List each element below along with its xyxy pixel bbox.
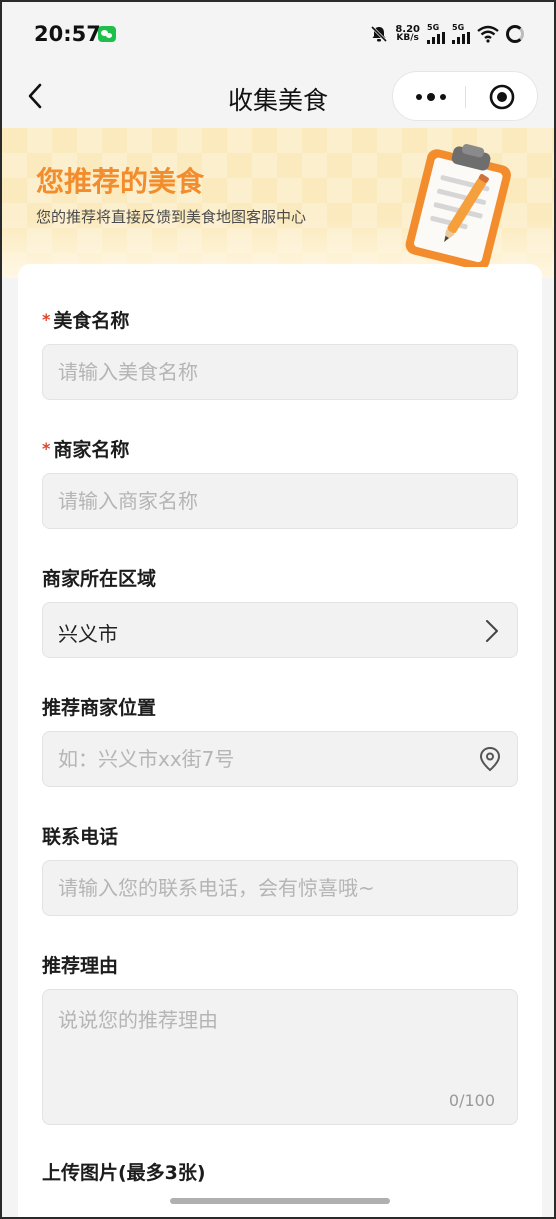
location-label: 推荐商家位置 (42, 697, 157, 719)
location-field[interactable] (42, 731, 518, 787)
more-dots-icon[interactable] (411, 90, 451, 104)
phone-field[interactable] (42, 860, 518, 916)
signal-sim1: 5G (427, 24, 445, 44)
banner-title: 您推荐的美食 (36, 165, 205, 198)
signal-bars-icon (427, 32, 445, 44)
mini-program-capsule (392, 71, 538, 121)
reason-label: 推荐理由 (42, 955, 119, 977)
required-mark: * (42, 310, 51, 329)
close-target-icon[interactable] (489, 84, 515, 110)
sim2-label: 5G (452, 23, 465, 32)
status-icons: 8.20 KB/s 5G 5G (370, 22, 524, 46)
food-name-field[interactable] (42, 344, 518, 400)
clipboard-icon (405, 144, 511, 267)
phone-input[interactable] (58, 861, 458, 915)
location-input[interactable] (58, 732, 458, 786)
wifi-icon (477, 25, 499, 43)
phone-label: 联系电话 (42, 826, 119, 848)
phone-frame: 20:57 8.20 KB/s 5G 5G 收集美食 您推荐的美食 您的推荐将直… (0, 0, 556, 1219)
merchant-name-label: * 商家名称 (42, 439, 130, 461)
banner: 您推荐的美食 您的推荐将直接反馈到美食地图客服中心 (2, 128, 554, 278)
reason-field[interactable]: 0/100 (42, 989, 518, 1125)
status-time: 20:57 (34, 22, 101, 46)
wechat-icon (98, 26, 116, 42)
region-label: 商家所在区域 (42, 568, 157, 590)
form-card: *美食名称 *商家名称 商家所在区域 兴义市 推荐商家位置 联系电话 推 (18, 264, 542, 1217)
signal-sim2: 5G (452, 24, 470, 44)
merchant-name-field[interactable] (42, 473, 518, 529)
capsule-divider (465, 86, 466, 108)
network-speed: 8.20 KB/s (395, 25, 420, 43)
reason-textarea[interactable] (58, 1004, 498, 1084)
banner-subtitle: 您的推荐将直接反馈到美食地图客服中心 (36, 208, 307, 226)
upload-label: 上传图片(最多3张) (42, 1162, 206, 1184)
region-value: 兴义市 (58, 622, 118, 646)
region-selector[interactable]: 兴义市 (42, 602, 518, 658)
merchant-name-input[interactable] (58, 474, 458, 528)
signal-bars-icon (452, 32, 470, 44)
status-bar: 20:57 8.20 KB/s 5G 5G (2, 2, 554, 64)
required-mark: * (42, 439, 51, 458)
location-pin-icon[interactable] (479, 746, 501, 772)
bell-off-icon (371, 25, 388, 43)
sim1-label: 5G (427, 23, 440, 32)
food-name-label: * 美食名称 (42, 310, 130, 332)
character-counter: 0/100 (448, 1091, 495, 1110)
home-indicator[interactable] (170, 1198, 390, 1204)
battery-ring-icon (506, 25, 524, 43)
nav-bar: 收集美食 (2, 64, 554, 128)
food-name-input[interactable] (58, 345, 458, 399)
speed-unit: KB/s (396, 33, 419, 43)
chevron-right-icon (486, 620, 498, 642)
